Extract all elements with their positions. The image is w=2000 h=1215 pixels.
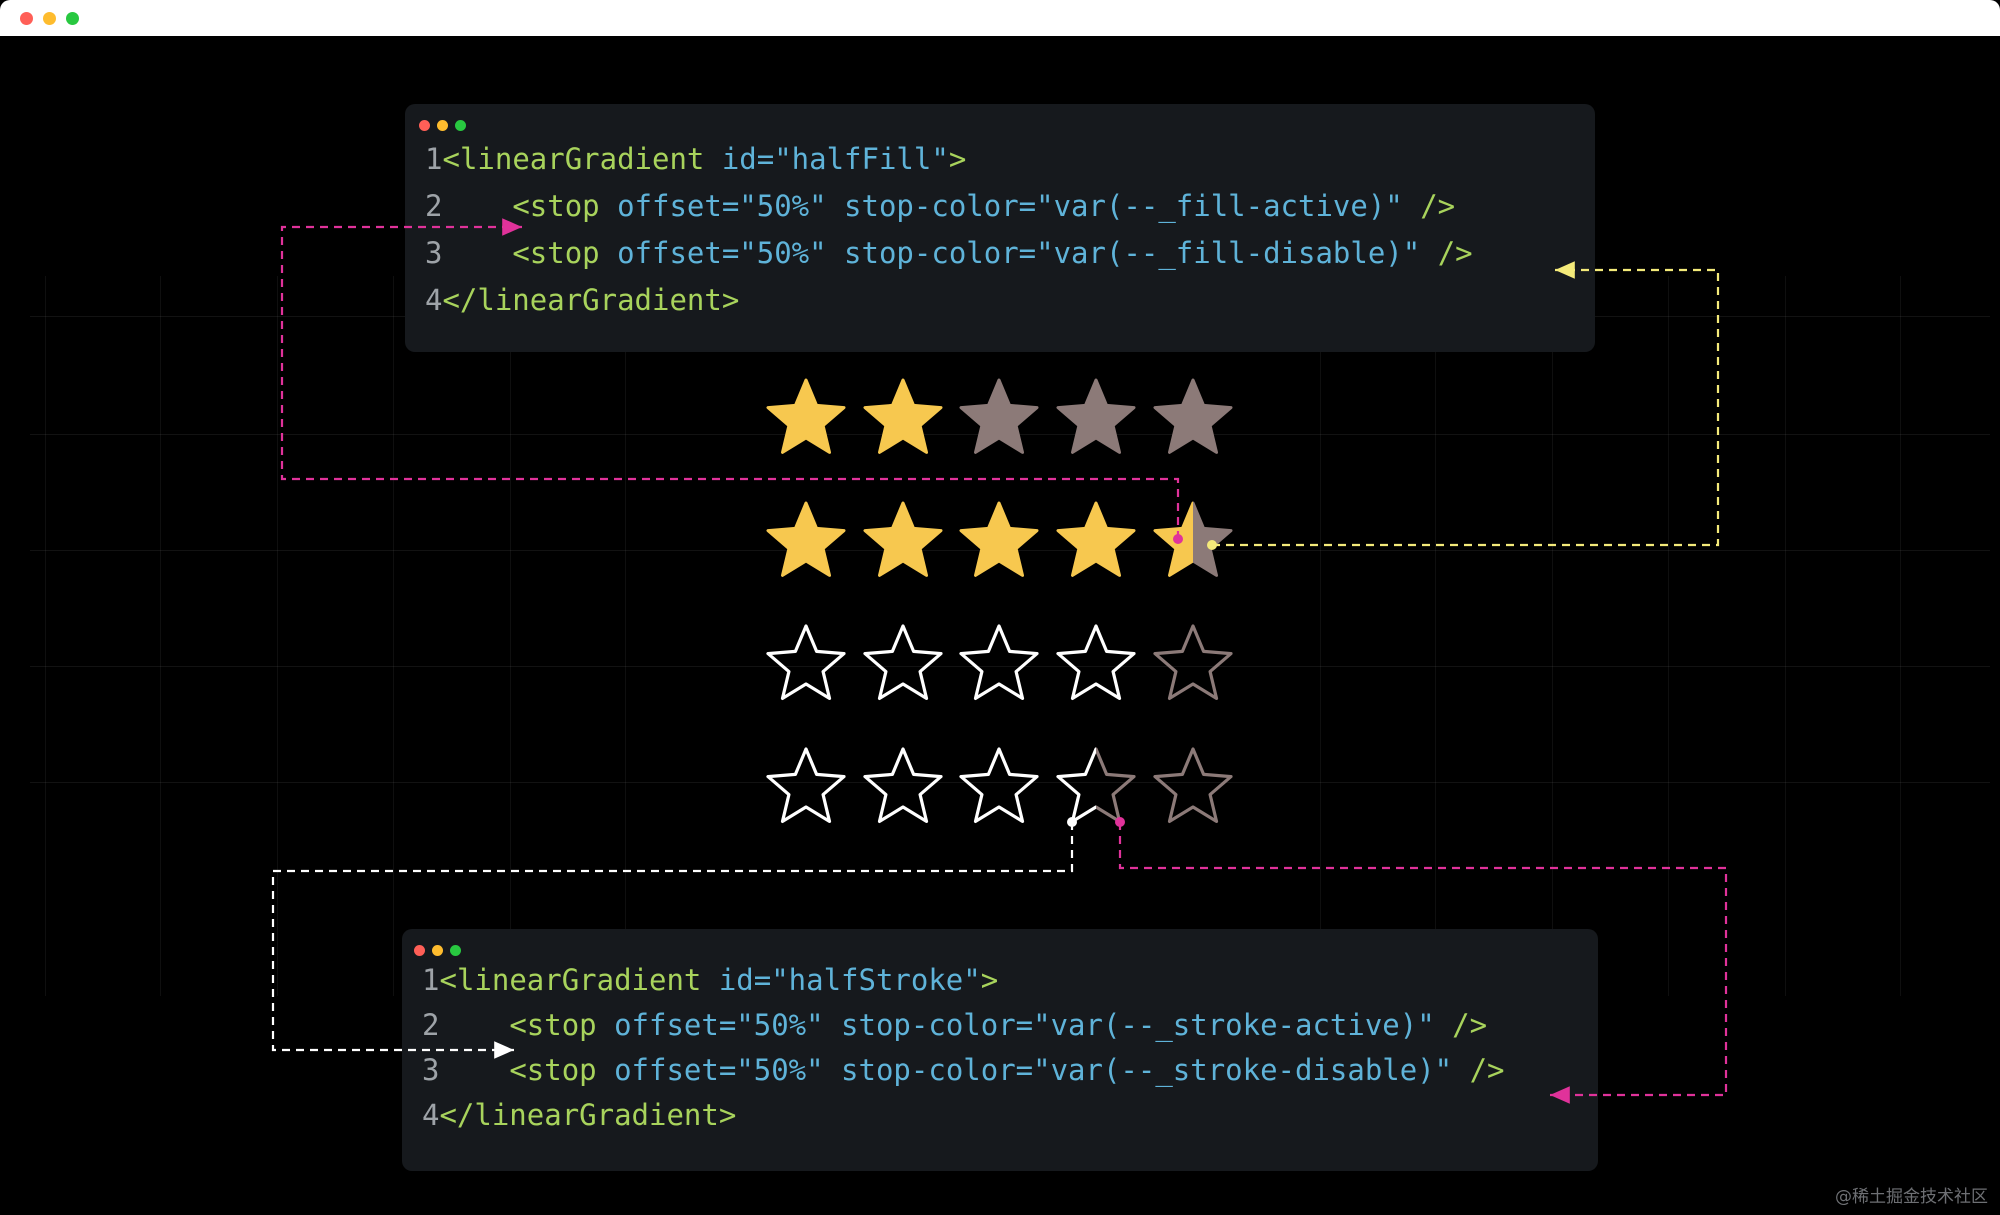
line-number: 2 bbox=[422, 1008, 440, 1042]
tag-attributes: offset="50%" stop-color="var(--_stroke-d… bbox=[596, 1053, 1453, 1087]
tag-bracket: </ bbox=[439, 1098, 475, 1132]
tag-bracket: < bbox=[509, 1053, 527, 1087]
outline-star-icon[interactable] bbox=[1153, 624, 1233, 700]
outline-star-icon[interactable] bbox=[766, 747, 846, 823]
tag-bracket: > bbox=[718, 1098, 737, 1132]
tag-bracket: > bbox=[980, 963, 999, 997]
panel-close-dot bbox=[414, 945, 425, 956]
tag-attributes: offset="50%" stop-color="var(--_stroke-a… bbox=[596, 1008, 1435, 1042]
outline-star-icon[interactable] bbox=[959, 747, 1039, 823]
minimize-window-button[interactable] bbox=[43, 12, 56, 25]
zoom-window-button[interactable] bbox=[66, 12, 79, 25]
tag-name: linearGradient bbox=[474, 1098, 719, 1132]
panel-zoom-dot bbox=[450, 945, 461, 956]
tag-name: stop bbox=[526, 1053, 597, 1087]
outline-star-icon[interactable] bbox=[863, 624, 943, 700]
close-window-button[interactable] bbox=[20, 12, 33, 25]
watermark: @稀土掘金技术社区 bbox=[1835, 1187, 1988, 1207]
tag-bracket: /> bbox=[1452, 1053, 1505, 1087]
panel-minimize-dot bbox=[432, 945, 443, 956]
filled-star-icon[interactable] bbox=[766, 501, 846, 577]
code-line: 2 <stop offset="50%" stop-color="var(--_… bbox=[422, 1008, 1487, 1042]
filled-star-icon[interactable] bbox=[1056, 501, 1136, 577]
tag-bracket: < bbox=[509, 1008, 527, 1042]
window-titlebar bbox=[0, 0, 2000, 36]
code-line: 3 <stop offset="50%" stop-color="var(--_… bbox=[422, 1053, 1505, 1087]
tag-bracket: < bbox=[439, 963, 457, 997]
code-line: 4</linearGradient> bbox=[422, 1098, 736, 1132]
tag-attributes: id="halfStroke" bbox=[701, 963, 981, 997]
outline-star-icon[interactable] bbox=[959, 624, 1039, 700]
canvas: 1<linearGradient id="halfFill"> 2 <stop o… bbox=[0, 36, 2000, 1215]
code-panel-half-stroke: 1<linearGradient id="halfStroke"> 2 <stop… bbox=[402, 929, 1598, 1171]
filled-star-icon[interactable] bbox=[959, 501, 1039, 577]
tag-bracket: /> bbox=[1434, 1008, 1488, 1042]
outline-star-icon[interactable] bbox=[1153, 747, 1233, 823]
code-line: 1<linearGradient id="halfStroke"> bbox=[422, 963, 998, 997]
outline-star-icon[interactable] bbox=[766, 624, 846, 700]
line-number: 3 bbox=[422, 1053, 440, 1087]
filled-star-icon[interactable] bbox=[863, 501, 943, 577]
outline-star-icon[interactable] bbox=[1056, 747, 1136, 823]
tag-name: stop bbox=[526, 1008, 597, 1042]
line-number: 1 bbox=[422, 963, 440, 997]
outline-star-icon[interactable] bbox=[863, 747, 943, 823]
tag-name: linearGradient bbox=[456, 963, 702, 997]
filled-star-icon[interactable] bbox=[1153, 378, 1233, 454]
filled-star-icon[interactable] bbox=[959, 378, 1039, 454]
filled-star-icon[interactable] bbox=[1056, 378, 1136, 454]
filled-star-icon[interactable] bbox=[766, 378, 846, 454]
filled-star-icon[interactable] bbox=[863, 378, 943, 454]
line-number: 4 bbox=[422, 1098, 440, 1132]
outline-star-icon[interactable] bbox=[1056, 624, 1136, 700]
filled-star-icon[interactable] bbox=[1153, 501, 1233, 577]
